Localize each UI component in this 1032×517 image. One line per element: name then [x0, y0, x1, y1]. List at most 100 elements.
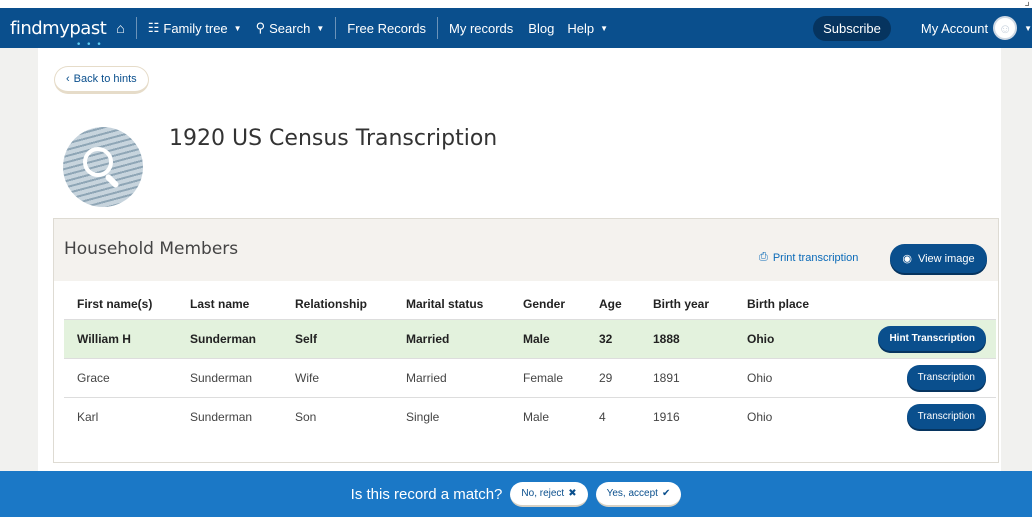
cell-relationship: Wife — [282, 357, 393, 397]
cell-age: 32 — [586, 318, 640, 358]
nav-divider — [437, 17, 438, 39]
table-row: Grace Sunderman Wife Married Female 29 1… — [64, 357, 996, 397]
table-header-row: First name(s) Last name Relationship Mar… — [64, 289, 996, 319]
cell-relationship: Son — [282, 396, 393, 436]
transcription-button[interactable]: Transcription — [906, 365, 986, 390]
cell-marital-status: Married — [393, 357, 510, 397]
nav-free-records[interactable]: Free Records — [347, 21, 426, 36]
nav-blog-label: Blog — [528, 20, 555, 36]
cell-last-name: Sunderman — [177, 357, 282, 397]
match-question: Is this record a match? — [350, 485, 503, 503]
cell-action: Transcription — [834, 357, 996, 397]
printer-icon: ⎙ — [759, 251, 768, 263]
cell-action: Hint Transcription — [834, 318, 996, 358]
back-to-hints-button[interactable]: ‹ Back to hints — [54, 66, 149, 94]
column-header: Age — [599, 296, 622, 311]
panel-title: Household Members — [64, 239, 239, 259]
main-content: ‹ Back to hints 1920 US Census Transcript… — [38, 48, 1001, 471]
record-thumbnail-image — [63, 127, 143, 207]
match-footer-bar: Is this record a match? No, reject ✖ Yes,… — [0, 471, 1032, 517]
top-nav: findmypast • • • ⌂ ☷ Family tree ▼ ⚲ Search ▼… — [0, 8, 1032, 50]
reject-button[interactable]: No, reject ✖ — [510, 481, 588, 507]
view-image-button[interactable]: ◉ View image — [890, 244, 987, 273]
nav-help-label: Help — [567, 20, 595, 36]
magnifier-icon — [83, 147, 113, 177]
nav-family-tree-label: Family tree — [163, 20, 228, 36]
panel-header: Household Members ⎙ Print transcription ◉… — [54, 219, 998, 281]
table-row: William H Sunderman Self Married Male 32… — [64, 318, 996, 358]
chevron-left-icon: ‹ — [66, 73, 70, 85]
avatar: ☺ — [993, 16, 1018, 40]
magnifier-handle — [104, 173, 120, 189]
column-header: Birth place — [747, 296, 810, 311]
print-transcription-link[interactable]: ⎙ Print transcription — [759, 251, 858, 264]
nav-blog[interactable]: Blog — [528, 21, 554, 36]
check-icon: ✔ — [661, 487, 671, 499]
reject-label: No, reject — [521, 487, 565, 499]
column-header: Marital status — [406, 296, 484, 311]
cell-birth-place: Ohio — [734, 357, 834, 397]
cell-gender: Male — [510, 396, 586, 436]
nav-my-records[interactable]: My records — [449, 21, 513, 36]
nav-search-label: Search — [269, 20, 311, 36]
home-icon[interactable]: ⌂ — [116, 20, 124, 36]
accept-label: Yes, accept — [606, 487, 658, 499]
table-row: Karl Sunderman Son Single Male 4 1916 Oh… — [64, 396, 996, 436]
cell-age: 4 — [586, 396, 640, 436]
subscribe-button[interactable]: Subscribe — [813, 15, 891, 41]
expand-icon: ⌟ — [1024, 0, 1030, 8]
nav-family-tree[interactable]: ☷ Family tree ▼ — [148, 20, 242, 36]
transcription-button[interactable]: Transcription — [906, 404, 986, 430]
my-account-menu[interactable]: My Account ☺ ▼ — [921, 16, 1032, 40]
hint-transcription-button[interactable]: Hint Transcription — [878, 326, 986, 351]
cell-marital-status: Married — [393, 318, 510, 358]
print-label: Print transcription — [772, 251, 859, 264]
caret-down-icon: ▼ — [233, 23, 242, 33]
cell-first-name: Grace — [64, 357, 177, 397]
nav-search[interactable]: ⚲ Search ▼ — [256, 20, 325, 36]
cell-birth-place: Ohio — [734, 396, 834, 436]
view-image-label: View image — [917, 252, 975, 265]
cell-last-name: Sunderman — [177, 318, 282, 358]
my-account-label: My Account — [920, 20, 989, 36]
search-icon: ⚲ — [255, 20, 266, 35]
column-header: Relationship — [295, 296, 368, 311]
column-header: Birth year — [653, 296, 710, 311]
caret-down-icon: ▼ — [1024, 23, 1032, 33]
nav-divider — [335, 17, 337, 39]
cell-last-name: Sunderman — [177, 396, 282, 436]
cell-age: 29 — [586, 357, 640, 397]
sitemap-icon: ☷ — [147, 20, 160, 35]
cell-birth-year: 1916 — [640, 396, 734, 436]
accept-button[interactable]: Yes, accept ✔ — [595, 481, 682, 507]
cell-first-name: William H — [64, 318, 177, 358]
cell-first-name: Karl — [64, 396, 177, 436]
camera-icon: ◉ — [902, 253, 912, 265]
page-title: 1920 US Census Transcription — [169, 126, 498, 151]
logo-text: findmypast — [10, 17, 107, 39]
nav-free-records-label: Free Records — [347, 20, 426, 36]
cell-relationship: Self — [282, 318, 393, 358]
logo[interactable]: findmypast • • • — [10, 17, 107, 50]
caret-down-icon: ▼ — [316, 23, 325, 33]
column-header: Last name — [190, 296, 250, 311]
nav-my-records-label: My records — [449, 20, 514, 36]
household-table: First name(s) Last name Relationship Mar… — [64, 289, 996, 436]
cell-marital-status: Single — [393, 396, 510, 436]
cell-gender: Male — [510, 318, 586, 358]
cell-action: Transcription — [834, 396, 996, 436]
column-header: Gender — [523, 296, 566, 311]
close-icon: ✖ — [568, 487, 577, 499]
top-strip: ⌟ — [0, 0, 1032, 8]
cell-birth-year: 1891 — [640, 357, 734, 397]
nav-help[interactable]: Help ▼ — [567, 21, 608, 36]
cell-birth-year: 1888 — [640, 318, 734, 358]
back-label: Back to hints — [73, 73, 137, 85]
cell-gender: Female — [510, 357, 586, 397]
household-panel: Household Members ⎙ Print transcription ◉… — [53, 218, 999, 463]
nav-divider — [135, 17, 137, 39]
column-header-actions — [834, 289, 996, 319]
cell-birth-place: Ohio — [734, 318, 834, 358]
caret-down-icon: ▼ — [600, 23, 608, 33]
column-header: First name(s) — [77, 296, 153, 311]
